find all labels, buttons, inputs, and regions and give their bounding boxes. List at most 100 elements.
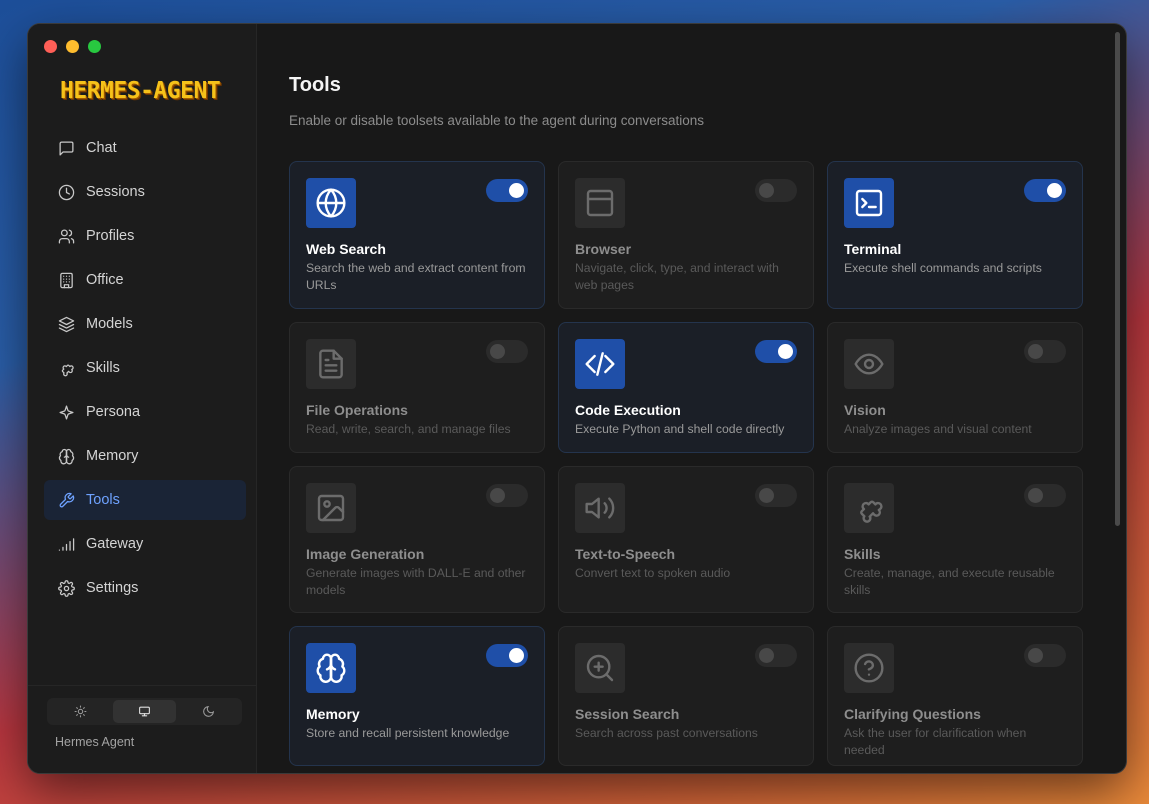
tool-toggle[interactable]: [1024, 484, 1066, 507]
tool-description: Read, write, search, and manage files: [306, 422, 511, 436]
tool-icon-tile: [575, 643, 625, 693]
tool-toggle[interactable]: [1024, 179, 1066, 202]
tool-name: Terminal: [844, 241, 902, 257]
sidebar-item-gateway[interactable]: Gateway: [44, 524, 246, 564]
tool-icon-tile: [844, 178, 894, 228]
toggle-knob: [509, 183, 524, 198]
zoom-window-button[interactable]: [88, 40, 101, 53]
tool-toggle[interactable]: [1024, 644, 1066, 667]
tool-card-web-search: Web Search Search the web and extract con…: [289, 161, 545, 309]
tool-toggle[interactable]: [755, 340, 797, 363]
eye-icon: [854, 353, 884, 375]
tool-card-session-search: Session Search Search across past convers…: [558, 626, 814, 766]
sparkle-icon: [59, 404, 74, 420]
sidebar-item-persona[interactable]: Persona: [44, 392, 246, 432]
tool-description: Generate images with DALL-E and other mo…: [306, 566, 526, 597]
app-window: HERMES-AGENT Chat Sessions Profiles Office M…: [28, 24, 1126, 773]
toggle-knob: [1028, 648, 1043, 663]
tool-card-image-generation: Image Generation Generate images with DAL…: [289, 466, 545, 613]
sidebar-item-settings[interactable]: Settings: [44, 568, 246, 608]
toggle-knob: [490, 344, 505, 359]
terminal-icon: [855, 189, 883, 217]
tool-description: Analyze images and visual content: [844, 422, 1032, 436]
browser-window-icon: [586, 189, 614, 217]
zoom-search-icon: [586, 654, 614, 682]
tool-name: Memory: [306, 706, 360, 722]
tool-toggle[interactable]: [486, 179, 528, 202]
sidebar-item-label: Models: [86, 316, 133, 332]
brain-icon: [316, 653, 346, 683]
sidebar-item-office[interactable]: Office: [44, 260, 246, 300]
file-icon: [319, 349, 343, 379]
sidebar-item-profiles[interactable]: Profiles: [44, 216, 246, 256]
sidebar-item-label: Persona: [86, 404, 141, 420]
tool-description: Convert text to spoken audio: [575, 566, 731, 580]
gear-icon: [58, 579, 75, 597]
theme-system-button[interactable]: [112, 700, 177, 723]
footer-app-name: Hermes Agent: [55, 735, 135, 749]
tool-name: Session Search: [575, 706, 680, 722]
close-window-button[interactable]: [44, 40, 57, 53]
tool-icon-tile: [575, 339, 625, 389]
sidebar-item-skills[interactable]: Skills: [44, 348, 246, 388]
chat-icon: [59, 140, 74, 156]
signal-icon: [58, 537, 75, 551]
speaker-icon: [585, 497, 615, 519]
tool-icon-tile: [306, 483, 356, 533]
sidebar-item-sessions[interactable]: Sessions: [44, 172, 246, 212]
users-icon: [58, 228, 75, 244]
globe-icon: [316, 188, 346, 218]
tool-description: Store and recall persistent knowledge: [306, 726, 510, 740]
tool-name: Web Search: [306, 241, 386, 257]
sidebar-item-label: Profiles: [86, 228, 135, 244]
tool-card-browser: Browser Navigate, click, type, and intera…: [558, 161, 814, 309]
sidebar-item-label: Settings: [86, 580, 139, 596]
window-controls: [44, 40, 101, 53]
tool-toggle[interactable]: [1024, 340, 1066, 363]
puzzle-icon: [61, 364, 74, 376]
tool-toggle[interactable]: [486, 484, 528, 507]
theme-dark-button[interactable]: [176, 700, 240, 723]
minimize-window-button[interactable]: [66, 40, 79, 53]
page-subtitle: Enable or disable toolsets available to …: [289, 113, 705, 128]
sidebar-item-tools[interactable]: Tools: [44, 480, 246, 520]
theme-light-button[interactable]: [49, 700, 113, 723]
tool-icon-tile: [306, 643, 356, 693]
tool-icon-tile: [575, 483, 625, 533]
tool-card-vision: Vision Analyze images and visual content: [827, 322, 1083, 453]
tools-grid: Web Search Search the web and extract con…: [289, 161, 1083, 766]
tool-toggle[interactable]: [755, 484, 797, 507]
brain-icon: [58, 448, 75, 464]
sidebar-item-chat[interactable]: Chat: [44, 128, 246, 168]
tool-card-terminal: Terminal Execute shell commands and scrip…: [827, 161, 1083, 309]
tool-toggle[interactable]: [486, 340, 528, 363]
tool-icon-tile: [306, 178, 356, 228]
building-icon: [60, 272, 73, 288]
sidebar-item-label: Memory: [86, 448, 139, 464]
tool-name: Clarifying Questions: [844, 706, 981, 722]
sidebar: HERMES-AGENT Chat Sessions Profiles Office M…: [28, 24, 257, 773]
puzzle-icon: [860, 500, 883, 523]
tool-description: Search across past conversations: [575, 726, 758, 740]
tool-description: Execute shell commands and scripts: [844, 261, 1042, 275]
sidebar-item-models[interactable]: Models: [44, 304, 246, 344]
toggle-knob: [490, 488, 505, 503]
clock-icon: [58, 184, 75, 200]
tool-name: Skills: [844, 546, 881, 562]
toggle-knob: [1047, 183, 1062, 198]
question-icon: [854, 653, 884, 683]
tool-icon-tile: [306, 339, 356, 389]
sidebar-item-label: Gateway: [86, 536, 144, 552]
tool-toggle[interactable]: [755, 179, 797, 202]
toggle-knob: [759, 183, 774, 198]
moon-icon: [202, 705, 214, 717]
tool-toggle[interactable]: [486, 644, 528, 667]
tool-card-skills: Skills Create, manage, and execute reusab…: [827, 466, 1083, 613]
layers-icon: [58, 316, 75, 332]
tool-toggle[interactable]: [755, 644, 797, 667]
sidebar-item-memory[interactable]: Memory: [44, 436, 246, 476]
theme-switcher: [47, 698, 242, 725]
scrollbar[interactable]: [1115, 32, 1120, 526]
main-content: Tools Enable or disable toolsets availab…: [257, 24, 1126, 773]
tool-description: Execute Python and shell code directly: [575, 422, 785, 436]
